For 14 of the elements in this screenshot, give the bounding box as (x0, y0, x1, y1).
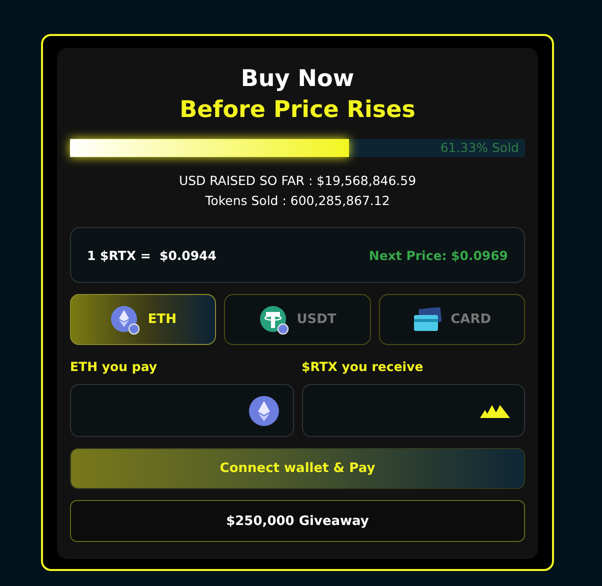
payment-tab[interactable]: ETH (70, 294, 216, 345)
next-price: Next Price: $0.0969 (368, 248, 508, 262)
giveaway-banner[interactable]: $250,000 Giveaway (70, 500, 525, 542)
pay-button[interactable]: Connect wallet & Pay (70, 448, 525, 489)
title: Buy Now (240, 65, 356, 94)
subtitle: Before Price Rises (178, 96, 416, 125)
stat-text: Tokens Sold : 600,285,867.12 (204, 192, 391, 210)
field-label: $RTX you receive (302, 359, 424, 374)
current-price: 1 $RTX = $0.0944 (87, 248, 216, 262)
progress-label: 61.33% Sold (440, 139, 519, 157)
stat-text: USD RAISED SO FAR : $19,568,846.59 (178, 172, 418, 190)
payment-tab[interactable]: USDT (224, 294, 371, 345)
payment-tab[interactable]: CARD (378, 294, 525, 345)
field-label: ETH you pay (70, 359, 158, 374)
